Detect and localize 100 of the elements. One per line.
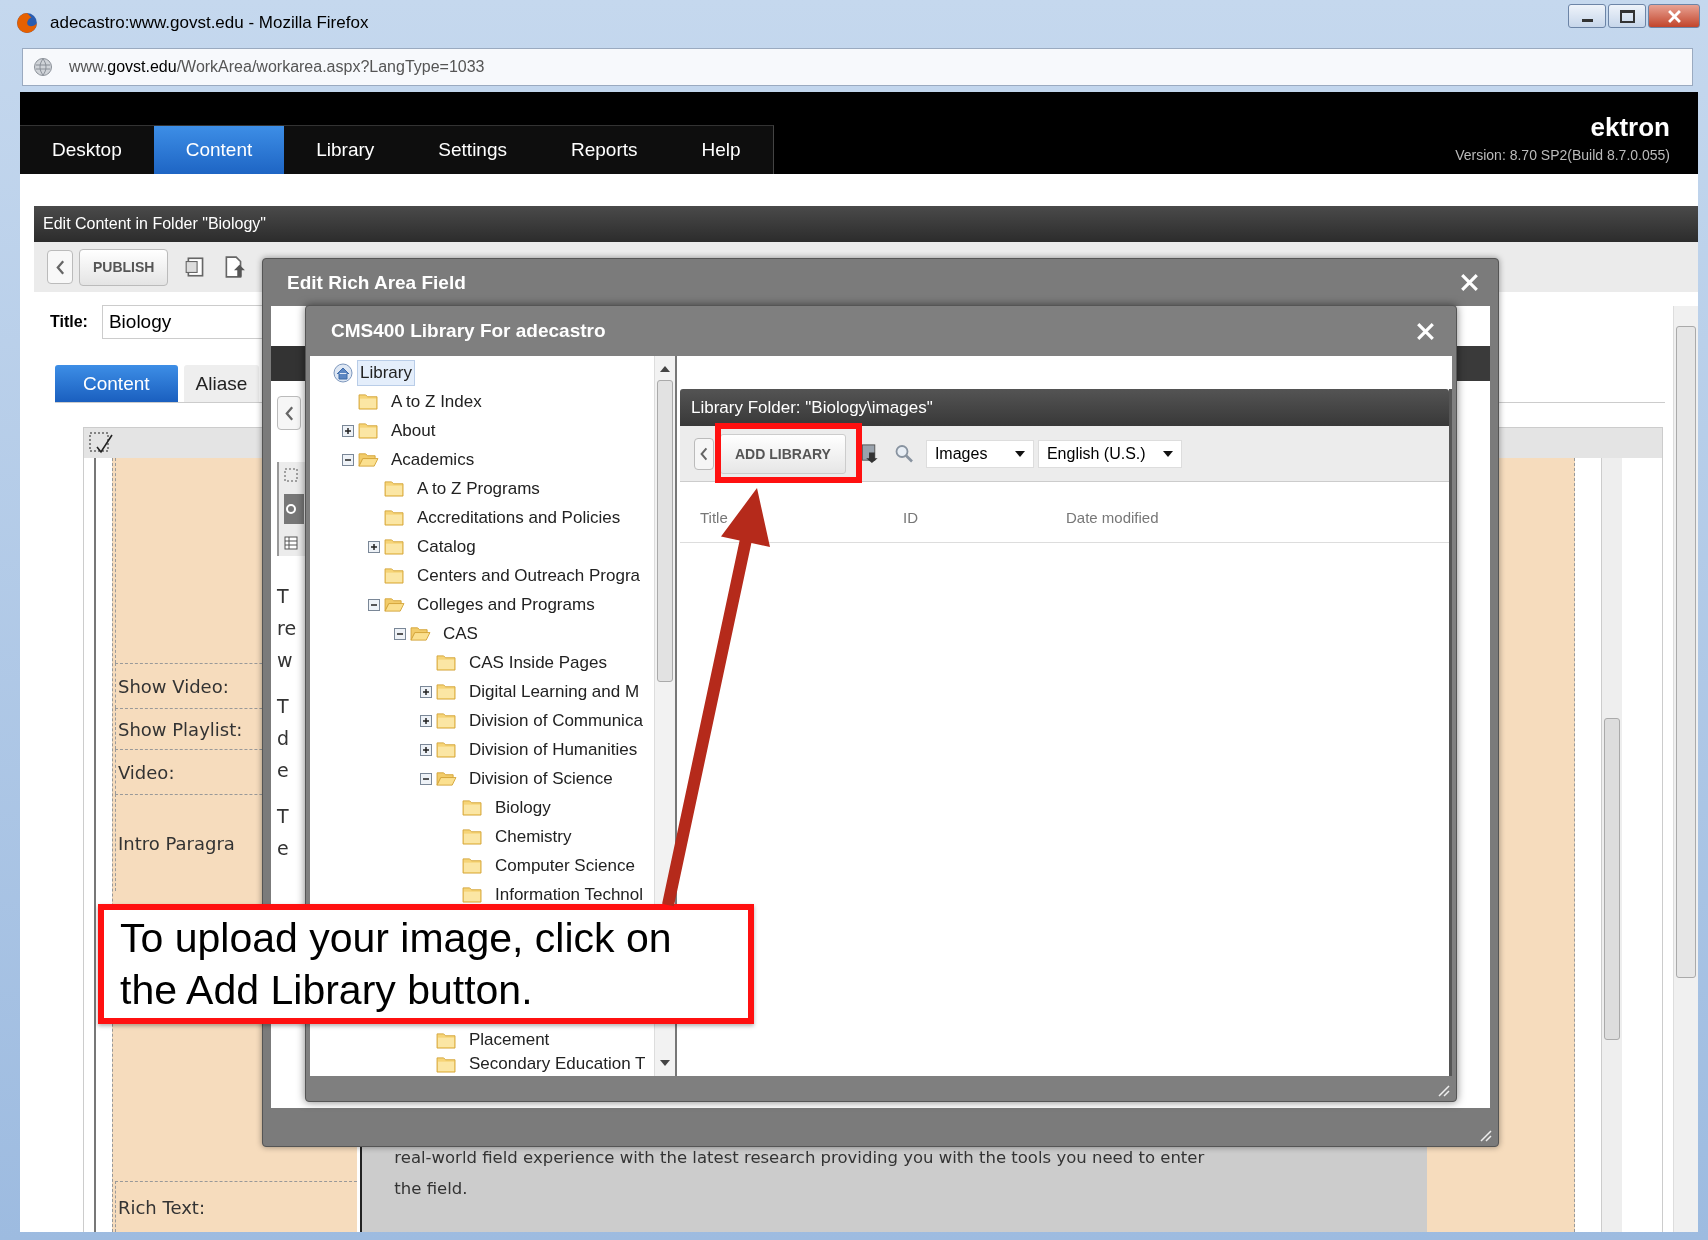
open-folder-icon [384,596,405,613]
table-icon[interactable] [284,536,298,550]
panel-title: Library Folder: "Biology\images" [680,389,1449,426]
chevron-left-icon [700,446,708,461]
tree-item[interactable]: A to Z Index [389,389,484,414]
expand-toggle[interactable] [420,685,432,698]
folder-icon [462,799,483,816]
expand-toggle[interactable] [420,772,432,785]
brand-logo: ektron [1590,111,1670,143]
tree-item[interactable]: Academics [389,447,477,472]
column-header[interactable]: ID [903,508,1066,526]
folder-icon [384,480,405,497]
folder-icon [436,712,457,729]
tree-item[interactable]: Catalog [415,534,478,559]
open-folder-icon [436,770,457,787]
text-fragment: T [277,804,290,829]
body-text: real-world field experience with the latest research providing you with the tools you need to enter the field. [393,1147,1206,1200]
nav-tab[interactable]: Help [669,126,773,174]
globe-icon [33,57,53,77]
expand-toggle[interactable] [342,453,354,466]
close-icon[interactable] [1417,322,1434,340]
expand-toggle[interactable] [420,743,432,756]
tree-item[interactable]: Library [357,359,415,386]
chevron-left-icon [55,259,65,275]
language-dropdown[interactable]: English (U.S.) [1037,439,1182,468]
column-header[interactable]: Date modified [1066,508,1159,526]
content-tab[interactable]: Aliase [183,365,260,402]
text-fragment: e [277,758,290,783]
text-fragment: re [277,616,297,641]
close-button[interactable] [1648,4,1700,28]
title-label: Title: [50,313,88,331]
nav-tab[interactable]: Library [284,126,407,174]
download-icon[interactable] [859,443,880,464]
tree-item[interactable]: Secondary Education T [467,1052,648,1076]
add-library-button[interactable]: ADD LIBRARY [720,433,846,474]
tree-item[interactable]: Chemistry [493,824,574,849]
window-title: adecastro:www.govst.edu - Mozilla Firefox [50,13,369,33]
field-label: Intro Paragra [117,832,235,854]
tree-item[interactable]: Division of Humanities [467,737,640,762]
scroll-up-icon[interactable] [660,366,670,372]
expand-toggle[interactable] [342,424,354,437]
tree-item[interactable]: Digital Learning and M [467,679,642,704]
tree-item[interactable]: CAS Inside Pages [467,650,609,675]
back-button[interactable] [694,437,714,470]
tree-item[interactable]: Information Technol [493,882,646,907]
nav-tab[interactable]: Reports [539,126,670,174]
nav-tab[interactable]: Settings [406,126,539,174]
open-folder-icon [410,625,431,642]
spellcheck-icon[interactable] [89,431,115,455]
search-icon[interactable] [893,443,914,464]
open-folder-icon [358,451,379,468]
tree-item[interactable]: A to Z Programs [415,476,542,501]
scrollbar[interactable] [1601,458,1623,1232]
maximize-button[interactable] [1608,4,1646,28]
text-fragment: T [277,584,290,609]
home-icon [333,362,353,383]
resize-grip-icon[interactable] [1478,1128,1492,1142]
nav-tab[interactable]: Content [153,126,285,174]
dialog-title: CMS400 Library For adecastro [331,320,606,342]
folder-icon [384,538,405,555]
tree-item[interactable]: Biology [493,795,553,820]
tree-item[interactable]: CAS [441,621,480,646]
folder-icon [358,393,379,410]
scroll-down-icon[interactable] [660,1060,670,1066]
tree-item[interactable]: About [389,418,438,443]
field-label: Show Playlist: [117,718,243,740]
close-icon [1667,9,1681,23]
expand-toggle[interactable] [368,598,380,611]
text-fragment: d [277,726,291,751]
field-label: Show Video: [117,675,229,697]
tree-item[interactable]: Centers and Outreach Progra [415,563,642,588]
tree-item[interactable]: Division of Communica [467,708,645,733]
back-button[interactable] [47,250,73,284]
field-label: Video: [117,761,175,783]
circle-icon[interactable] [284,502,298,516]
nav-tab[interactable]: Desktop [20,126,154,174]
address-bar[interactable]: www.govst.edu/WorkArea/workarea.aspx?LangType=1033 [22,48,1693,86]
column-header[interactable]: Title [700,508,903,526]
expand-toggle[interactable] [368,540,380,553]
resize-grip-icon[interactable] [1436,1083,1450,1097]
browser-logo-icon [16,12,38,34]
type-dropdown[interactable]: Images [925,439,1034,468]
tree-item[interactable]: Colleges and Programs [415,592,597,617]
folder-icon [358,422,379,439]
tree-item[interactable]: Placement [467,1028,552,1052]
tree-item[interactable]: Accreditations and Policies [415,505,623,530]
content-tab[interactable]: Content [55,365,178,402]
expand-toggle[interactable] [394,627,406,640]
expand-toggle[interactable] [420,714,432,727]
scrollbar[interactable] [1673,306,1698,1232]
tree-item[interactable]: Division of Science [467,766,615,791]
publish-button[interactable]: PUBLISH [79,248,169,286]
tree-item[interactable]: Computer Science [493,853,637,878]
url-text: www.govst.edu/WorkArea/workarea.aspx?LangType=1033 [69,58,485,76]
close-icon[interactable] [1461,274,1478,291]
back-button[interactable] [277,396,301,430]
text-fragment: e [277,836,290,861]
folder-icon [384,509,405,526]
folder-icon [436,1055,457,1073]
minimize-button[interactable] [1568,4,1606,28]
